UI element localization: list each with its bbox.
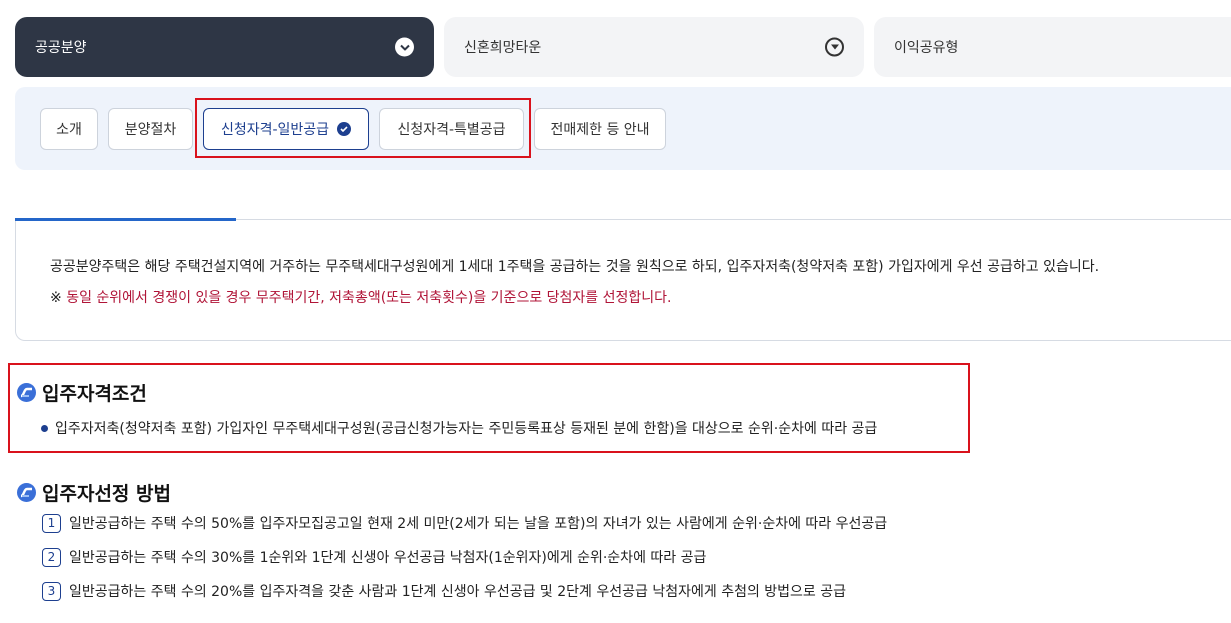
warning-mark: ※ bbox=[50, 290, 62, 306]
check-icon bbox=[337, 122, 352, 136]
tab-special-supply[interactable]: 신청자격-특별공급 bbox=[379, 108, 524, 150]
qualification-bullet: 입주자저축(청약저축 포함) 가입자인 무주택세대구성원(공급신청가능자는 주민… bbox=[41, 418, 877, 438]
subtype-dropdown-label: 신혼희망타운 bbox=[464, 40, 542, 56]
list-item: 3 일반공급하는 주택 수의 20%를 입주자격을 갖춘 사람과 1단계 신생아… bbox=[42, 581, 846, 601]
warning-text: 동일 순위에서 경쟁이 있을 경우 무주택기간, 저축총액(또는 저축횟수)을 … bbox=[66, 290, 672, 306]
category-dropdown[interactable]: 공공분양 bbox=[15, 17, 434, 77]
qualification-title: 입주자격조건 bbox=[17, 379, 147, 406]
chevron-down-icon bbox=[395, 37, 414, 57]
selection-title: 입주자선정 방법 bbox=[17, 479, 171, 506]
list-item: 1 일반공급하는 주택 수의 50%를 입주자모집공고일 현재 2세 미만(2세… bbox=[42, 513, 887, 533]
bullet-icon bbox=[41, 424, 48, 432]
type-dropdown[interactable]: 이익공유형 bbox=[874, 17, 1231, 77]
notice-warning: ※ 동일 순위에서 경쟁이 있을 경우 무주택기간, 저축총액(또는 저축횟수)… bbox=[50, 287, 671, 307]
notice-text: 공공분양주택은 해당 주택건설지역에 거주하는 무주택세대구성원에게 1세대 1… bbox=[50, 259, 1100, 275]
number-badge: 3 bbox=[42, 581, 61, 601]
section-icon bbox=[17, 383, 36, 402]
section-icon bbox=[17, 483, 36, 502]
tab-general-supply[interactable]: 신청자격-일반공급 bbox=[203, 108, 369, 150]
tab-resale-restriction[interactable]: 전매제한 등 안내 bbox=[534, 108, 666, 150]
category-dropdown-label: 공공분양 bbox=[35, 40, 87, 56]
chevron-down-icon bbox=[825, 37, 844, 57]
highlight-box bbox=[8, 363, 970, 453]
number-badge: 2 bbox=[42, 547, 61, 567]
type-dropdown-label: 이익공유형 bbox=[894, 40, 959, 56]
tab-intro[interactable]: 소개 bbox=[40, 108, 98, 150]
tab-procedure[interactable]: 분양절차 bbox=[108, 108, 193, 150]
subtype-dropdown[interactable]: 신혼희망타운 bbox=[444, 17, 864, 77]
list-item: 2 일반공급하는 주택 수의 30%를 1순위와 1단계 신생아 우선공급 낙첨… bbox=[42, 547, 706, 567]
notice-panel bbox=[15, 221, 1231, 341]
number-badge: 1 bbox=[42, 513, 61, 533]
